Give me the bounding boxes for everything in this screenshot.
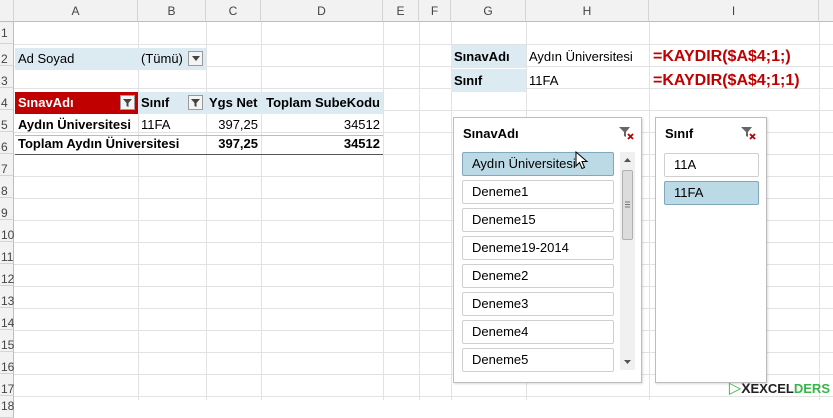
- logo-play-icon: ▷: [728, 380, 742, 397]
- slicer-scrollbar[interactable]: [620, 152, 635, 370]
- slicer-sinif[interactable]: Sınıf 11A 11FA: [655, 117, 767, 383]
- row-header-9[interactable]: 9: [0, 198, 14, 220]
- row-header-5[interactable]: 5: [0, 110, 14, 132]
- pivot-total-ygs-net[interactable]: 397,25: [206, 133, 261, 155]
- sinif-filter-button[interactable]: [188, 95, 203, 110]
- column-header-d[interactable]: D: [261, 0, 383, 22]
- slicer-item-deneme15[interactable]: Deneme15: [462, 208, 614, 232]
- row-header-4[interactable]: 4: [0, 88, 14, 110]
- logo-excel: EXCEL: [750, 381, 794, 396]
- spreadsheet[interactable]: A B C D E F G H I 1 2 3 4 5 6 7 8 9 10 1…: [0, 0, 833, 418]
- logo-ders: DERS: [793, 381, 830, 396]
- select-all-corner[interactable]: [0, 0, 14, 22]
- column-header-h[interactable]: H: [526, 0, 649, 22]
- row-header-7[interactable]: 7: [0, 154, 14, 176]
- lookup-label-sinavadi[interactable]: SınavAdı: [451, 45, 526, 68]
- formula-text-2[interactable]: =KAYDIR($A$4;1;1): [650, 69, 830, 92]
- clear-filter-button[interactable]: [618, 125, 634, 141]
- row-header-10[interactable]: 10: [0, 220, 14, 242]
- lookup-value-sinif[interactable]: 11FA: [526, 69, 649, 92]
- row-header-17[interactable]: 17: [0, 374, 14, 396]
- row-header-16[interactable]: 16: [0, 352, 14, 374]
- row-header-1[interactable]: 1: [0, 22, 14, 44]
- lookup-value-sinavadi[interactable]: Aydın Üniversitesi: [526, 45, 649, 68]
- report-filter-label[interactable]: Ad Soyad: [15, 48, 138, 70]
- logo-x: X: [741, 380, 751, 396]
- row-header-6[interactable]: 6: [0, 132, 14, 154]
- row-header-13[interactable]: 13: [0, 286, 14, 308]
- clear-filter-icon: [619, 127, 634, 140]
- pivot-total-label[interactable]: Toplam Aydın Üniversitesi: [15, 133, 206, 155]
- slicer-sinavadi[interactable]: SınavAdı Aydın Üniversitesi Deneme1 Dene…: [453, 117, 642, 383]
- chevron-down-icon: [191, 56, 200, 61]
- slicer-item-11a[interactable]: 11A: [664, 153, 759, 177]
- row-header-12[interactable]: 12: [0, 264, 14, 286]
- column-header-g[interactable]: G: [451, 0, 526, 22]
- lookup-label-sinif[interactable]: Sınıf: [451, 69, 526, 92]
- column-header-i[interactable]: I: [649, 0, 819, 22]
- slicer-item-deneme2[interactable]: Deneme2: [462, 264, 614, 288]
- clear-filter-icon: [741, 127, 756, 140]
- column-header-more: [819, 0, 833, 22]
- row-header-18[interactable]: 18: [0, 396, 14, 418]
- slicer-item-deneme19-2014[interactable]: Deneme19-2014: [462, 236, 614, 260]
- row-header-15[interactable]: 15: [0, 330, 14, 352]
- slicer-item-aydin-universitesi[interactable]: Aydın Üniversitesi: [462, 152, 614, 176]
- scrollbar-thumb[interactable]: [622, 170, 633, 240]
- slicer-sinif-title: Sınıf: [665, 126, 694, 141]
- slicer-item-deneme5[interactable]: Deneme5: [462, 348, 614, 372]
- filter-icon: [123, 99, 132, 107]
- row-header-14[interactable]: 14: [0, 308, 14, 330]
- slicer-item-deneme3[interactable]: Deneme3: [462, 292, 614, 316]
- pivot-header-toplam-subekodu[interactable]: Toplam SubeKodu: [261, 92, 383, 114]
- slicer-item-11fa[interactable]: 11FA: [664, 181, 759, 205]
- slicer-item-deneme1[interactable]: Deneme1: [462, 180, 614, 204]
- formula-text-1[interactable]: =KAYDIR($A$4;1;): [650, 45, 830, 68]
- pivot-header-ygs-net[interactable]: Ygs Net: [206, 92, 261, 114]
- report-filter-dropdown-button[interactable]: [188, 51, 203, 66]
- slicer-sinavadi-title: SınavAdı: [463, 126, 519, 141]
- column-header-f[interactable]: F: [419, 0, 451, 22]
- column-header-b[interactable]: B: [138, 0, 206, 22]
- column-header-e[interactable]: E: [383, 0, 419, 22]
- column-header-a[interactable]: A: [14, 0, 138, 22]
- column-header-c[interactable]: C: [206, 0, 261, 22]
- grip-icon: [625, 201, 630, 208]
- scroll-up-icon[interactable]: [620, 154, 635, 166]
- filter-icon: [191, 99, 200, 107]
- sinavadi-filter-button[interactable]: [120, 95, 135, 110]
- row-header-11[interactable]: 11: [0, 242, 14, 264]
- excel-ders-logo: ▷XEXCELDERS: [729, 378, 830, 398]
- row-header-3[interactable]: 3: [0, 66, 14, 88]
- slicer-item-deneme4[interactable]: Deneme4: [462, 320, 614, 344]
- row-header-2[interactable]: 2: [0, 44, 14, 66]
- clear-filter-button[interactable]: [740, 125, 756, 141]
- pivot-total-subekodu[interactable]: 34512: [261, 133, 383, 155]
- mouse-cursor-icon: [575, 151, 589, 170]
- row-header-8[interactable]: 8: [0, 176, 14, 198]
- scroll-down-icon[interactable]: [620, 356, 635, 368]
